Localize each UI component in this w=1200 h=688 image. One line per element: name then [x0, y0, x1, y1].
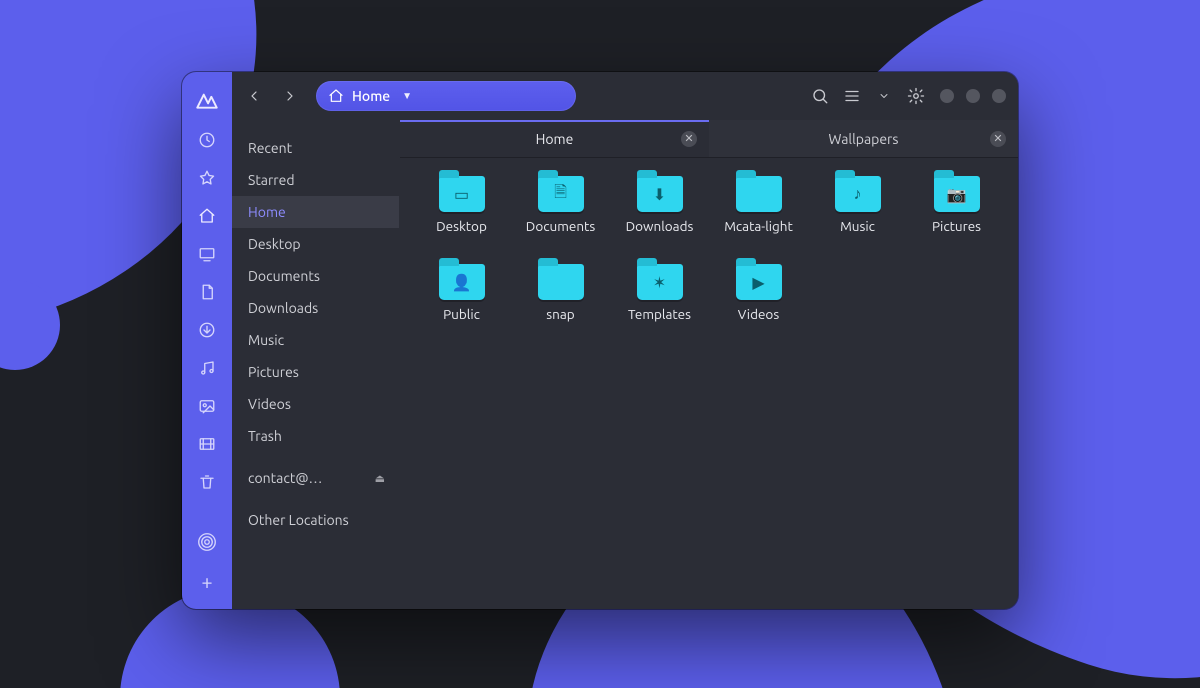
- folder-label: Music: [840, 218, 875, 234]
- pictures-icon[interactable]: [197, 396, 217, 416]
- folder-icon: ⬇: [637, 176, 683, 212]
- window-close-button[interactable]: [992, 89, 1006, 103]
- folder-label: Mcata-light: [724, 218, 793, 234]
- toolbar: Home ▼: [232, 72, 1018, 120]
- folder-item[interactable]: 🗎 Documents: [511, 174, 610, 258]
- sidebar-item-documents[interactable]: Documents: [232, 260, 399, 292]
- tab-label: Wallpapers: [829, 131, 899, 147]
- downloads-icon[interactable]: [197, 320, 217, 340]
- tab-wallpapers[interactable]: Wallpapers ✕: [709, 120, 1018, 157]
- sidebar-item-videos[interactable]: Videos: [232, 388, 399, 420]
- nav-back-button[interactable]: [240, 82, 268, 110]
- folder-item[interactable]: Mcata-light: [709, 174, 808, 258]
- nav-forward-button[interactable]: [276, 82, 304, 110]
- sidebar-item-music[interactable]: Music: [232, 324, 399, 356]
- folder-grid[interactable]: ▭ Desktop 🗎 Documents ⬇ Downloads Mcata-light ♪…: [400, 158, 1018, 609]
- sidebar-item-other-locations[interactable]: Other Locations: [232, 504, 399, 536]
- folder-item[interactable]: ⬇ Downloads: [610, 174, 709, 258]
- tab-home[interactable]: Home ✕: [400, 120, 709, 157]
- recent-icon[interactable]: [197, 130, 217, 150]
- window-maximize-button[interactable]: [966, 89, 980, 103]
- folder-icon: ▶: [736, 264, 782, 300]
- chevron-down-icon: ▼: [402, 90, 412, 102]
- home-icon: [328, 88, 344, 104]
- music-icon[interactable]: [197, 358, 217, 378]
- folder-icon: ♪: [835, 176, 881, 212]
- desktop-icon[interactable]: [197, 244, 217, 264]
- path-label: Home: [352, 88, 390, 104]
- folder-item[interactable]: ▶ Videos: [709, 262, 808, 346]
- folder-icon: ▭: [439, 176, 485, 212]
- folder-item[interactable]: ♪ Music: [808, 174, 907, 258]
- folder-icon: [736, 176, 782, 212]
- folder-item[interactable]: ✶ Templates: [610, 262, 709, 346]
- folder-icon: 📷: [934, 176, 980, 212]
- folder-item[interactable]: snap: [511, 262, 610, 346]
- sidebar-item-trash[interactable]: Trash: [232, 420, 399, 452]
- sidebar-item-recent[interactable]: Recent: [232, 132, 399, 164]
- sidebar-item-downloads[interactable]: Downloads: [232, 292, 399, 324]
- folder-label: Documents: [526, 218, 595, 234]
- documents-icon[interactable]: [197, 282, 217, 302]
- search-button[interactable]: [808, 84, 832, 108]
- sidebar-item-pictures[interactable]: Pictures: [232, 356, 399, 388]
- sidebar-item-home[interactable]: Home: [232, 196, 399, 228]
- tab-close-button[interactable]: ✕: [681, 131, 697, 147]
- file-manager-window: Home ▼ +: [182, 72, 1018, 609]
- folder-item[interactable]: 👤 Public: [412, 262, 511, 346]
- starred-icon[interactable]: [197, 168, 217, 188]
- view-dropdown-button[interactable]: [872, 84, 896, 108]
- folder-label: Public: [443, 306, 480, 322]
- path-bar[interactable]: Home ▼: [316, 81, 576, 111]
- folder-label: snap: [546, 306, 574, 322]
- folder-item[interactable]: 📷 Pictures: [907, 174, 1006, 258]
- places-rail: +: [182, 72, 232, 609]
- tab-label: Home: [536, 131, 574, 147]
- folder-icon: ✶: [637, 264, 683, 300]
- videos-icon[interactable]: [197, 434, 217, 454]
- app-logo-icon: [194, 86, 220, 112]
- folder-label: Downloads: [626, 218, 694, 234]
- folder-item[interactable]: ▭ Desktop: [412, 174, 511, 258]
- sidebar-item-starred[interactable]: Starred: [232, 164, 399, 196]
- hamburger-menu-button[interactable]: [904, 84, 928, 108]
- window-minimize-button[interactable]: [940, 89, 954, 103]
- trash-icon[interactable]: [197, 472, 217, 492]
- folder-label: Desktop: [436, 218, 487, 234]
- folder-label: Pictures: [932, 218, 981, 234]
- network-mount-icon[interactable]: [197, 532, 217, 552]
- folder-label: Templates: [628, 306, 691, 322]
- eject-icon[interactable]: ⏏: [375, 472, 385, 485]
- sidebar: Recent Starred Home Desktop Documents Do…: [232, 72, 400, 609]
- tab-bar: Home ✕ Wallpapers ✕: [400, 120, 1018, 158]
- tab-close-button[interactable]: ✕: [990, 131, 1006, 147]
- folder-icon: [538, 264, 584, 300]
- view-list-button[interactable]: [840, 84, 864, 108]
- folder-icon: 👤: [439, 264, 485, 300]
- sidebar-item-mount[interactable]: contact@… ⏏: [232, 462, 399, 494]
- folder-icon: 🗎: [538, 176, 584, 212]
- folder-label: Videos: [738, 306, 779, 322]
- sidebar-item-desktop[interactable]: Desktop: [232, 228, 399, 260]
- other-locations-icon[interactable]: +: [197, 571, 217, 591]
- main-panel: Home ✕ Wallpapers ✕ ▭ Desktop 🗎 Documents ⬇ D…: [400, 72, 1018, 609]
- home-icon[interactable]: [197, 206, 217, 226]
